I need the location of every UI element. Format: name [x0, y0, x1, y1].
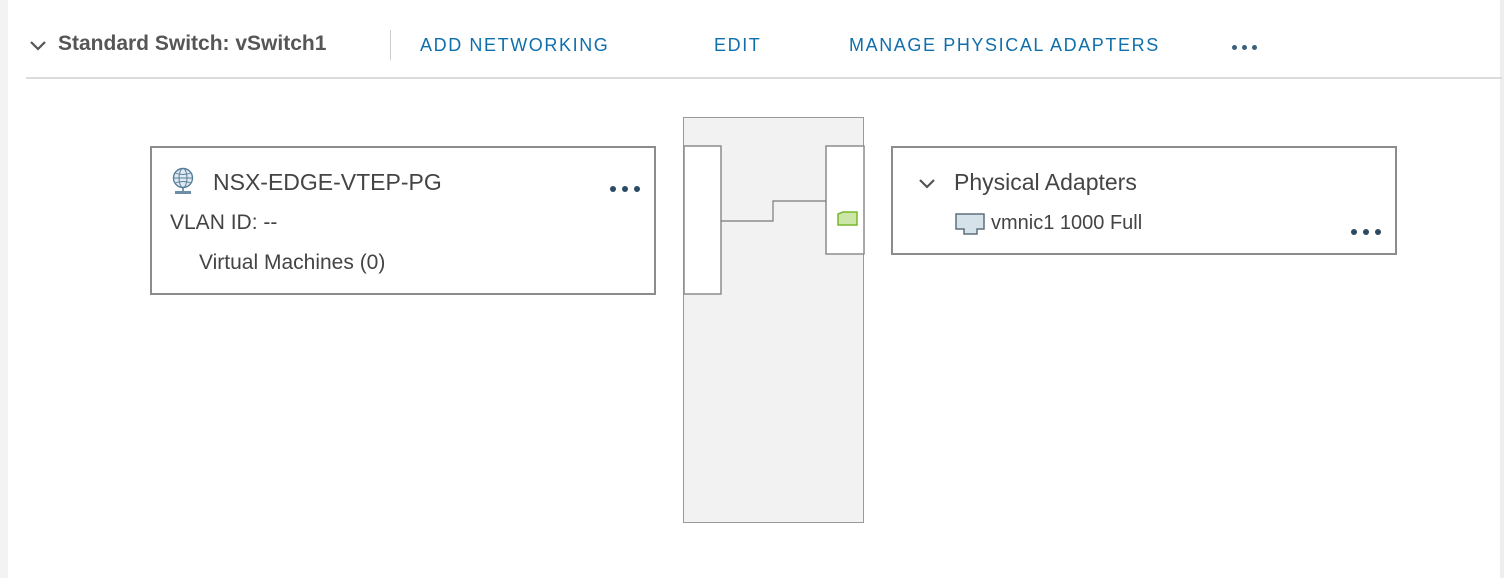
switch-header: Standard Switch: vSwitch1 ADD NETWORKING…: [26, 0, 1502, 79]
port-group-card[interactable]: NSX-EDGE-VTEP-PG VLAN ID: -- Virtual Mac…: [150, 146, 656, 295]
more-actions-button[interactable]: [1232, 34, 1257, 55]
port-group-name: NSX-EDGE-VTEP-PG: [213, 169, 442, 195]
port-group-more-button[interactable]: [610, 179, 640, 197]
uplink-port-block: [825, 145, 865, 255]
vlan-id-label: VLAN ID: --: [170, 211, 278, 234]
nic-list-item[interactable]: vmnic1 1000 Full: [955, 212, 1142, 235]
nic-more-button[interactable]: [1351, 222, 1381, 240]
vswitch-connections: [683, 145, 865, 295]
port-group-globe-icon: [170, 167, 196, 195]
header-divider: [390, 30, 391, 60]
physical-adapters-card: Physical Adapters vmnic1 1000 Full: [891, 146, 1397, 255]
network-adapter-icon: [955, 212, 985, 235]
connection-line: [721, 200, 826, 222]
physical-adapters-title: Physical Adapters: [954, 169, 1137, 195]
chevron-down-icon[interactable]: [28, 36, 48, 56]
add-networking-button[interactable]: ADD NETWORKING: [420, 35, 609, 56]
more-horizontal-icon: [610, 186, 640, 192]
manage-physical-adapters-button[interactable]: MANAGE PHYSICAL ADAPTERS: [849, 35, 1160, 56]
chevron-down-icon[interactable]: [917, 174, 937, 194]
virtual-machines-link[interactable]: Virtual Machines (0): [199, 251, 385, 275]
more-horizontal-icon: [1351, 229, 1381, 235]
uplink-port-icon[interactable]: [837, 211, 858, 226]
left-edge: [0, 0, 8, 578]
port-group-port: [683, 145, 722, 295]
edit-button[interactable]: EDIT: [714, 35, 761, 56]
nic-label: vmnic1 1000 Full: [991, 212, 1143, 234]
right-scrollbar-track[interactable]: [1500, 0, 1504, 578]
switch-title: Standard Switch: vSwitch1: [58, 32, 327, 55]
more-horizontal-icon: [1232, 45, 1257, 50]
